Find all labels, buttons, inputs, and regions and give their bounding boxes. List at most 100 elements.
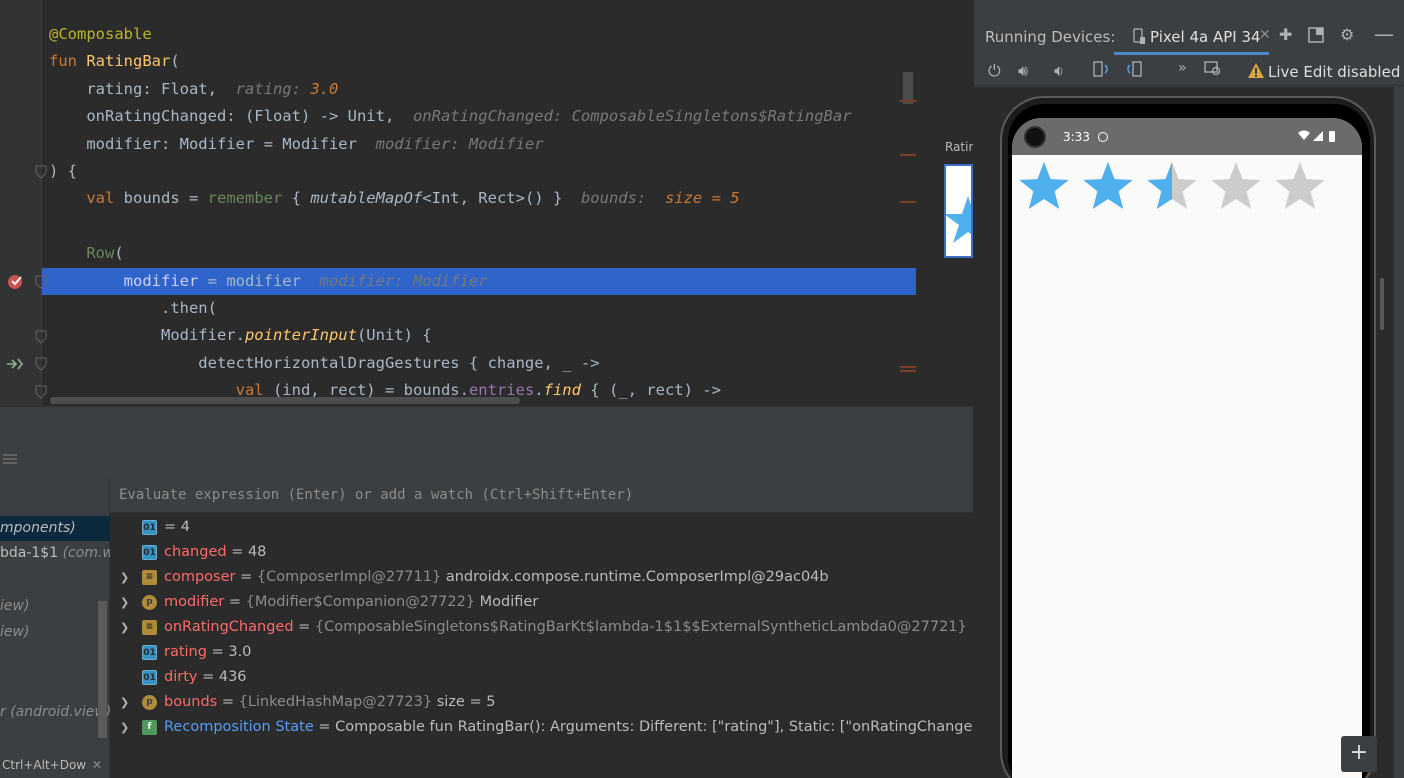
variable-row[interactable]: 01 changed = 48 [110, 540, 973, 565]
variable-row[interactable]: 01 dirty = 436 [110, 665, 973, 690]
phone-screen[interactable]: 3:33 [1012, 118, 1362, 778]
frame-row[interactable]: mponents) [0, 516, 110, 541]
variable-row[interactable]: ❯ p bounds = {LinkedHashMap@27723} size = … [110, 690, 973, 715]
frame-row[interactable]: bda-1$1 (com.w [0, 541, 110, 566]
star-empty [1275, 162, 1325, 209]
frame-text: bda-1$1 [0, 545, 59, 561]
code-token: remember [207, 189, 283, 208]
code-token: val [86, 189, 115, 208]
chevron-right-icon[interactable]: ❯ [120, 690, 130, 715]
chevron-right-icon[interactable]: ❯ [120, 615, 130, 640]
code-token: find [543, 381, 581, 400]
power-icon[interactable]: ⏻ [988, 61, 1001, 81]
volume-up-icon[interactable]: 🔊︎ [1018, 61, 1028, 81]
code-line[interactable]: modifier = modifier modifier: Modifier [42, 267, 916, 295]
frame-row[interactable] [0, 566, 110, 591]
device-scrollbar[interactable] [1380, 278, 1384, 330]
volume-down-icon[interactable]: 🔉︎ [1054, 61, 1064, 81]
add-button[interactable]: + [1341, 736, 1377, 772]
layout-icon[interactable] [2, 452, 18, 466]
fold-icon[interactable] [35, 357, 47, 371]
live-edit-status[interactable]: Live Edit disabled [1268, 63, 1400, 81]
variable-row[interactable]: ❯ f Recomposition State = Composable fun R… [110, 715, 973, 740]
star-icon[interactable] [1275, 162, 1325, 209]
code-token: modifier: Modifier [356, 134, 544, 153]
rating-bar[interactable] [1018, 158, 1338, 218]
code-line[interactable]: .then( [42, 295, 916, 322]
fold-icon[interactable] [35, 330, 47, 344]
star-icon[interactable] [1019, 162, 1069, 209]
screenshot-icon[interactable] [1204, 61, 1222, 77]
variable-row[interactable]: ❯ ≡ onRatingChanged = {ComposableSingleton… [110, 615, 973, 640]
code-line[interactable]: @Composable [42, 21, 916, 48]
gear-icon[interactable]: ⚙ [1340, 25, 1354, 44]
error-stripe-mark[interactable] [900, 370, 916, 372]
star-empty [1211, 162, 1261, 209]
running-devices-title: Running Devices: [985, 28, 1116, 46]
code-line[interactable]: modifier: Modifier = Modifier modifier: … [42, 131, 916, 158]
variable-equals: = [206, 644, 229, 660]
add-device-icon[interactable]: ✚ [1279, 25, 1292, 44]
device-tab-label[interactable]: Pixel 4a API 34 [1150, 28, 1261, 46]
close-icon[interactable]: ✕ [92, 758, 102, 772]
more-actions-icon[interactable]: » [1178, 60, 1187, 76]
evaluate-expression-input[interactable]: Evaluate expression (Enter) or add a wat… [110, 478, 973, 513]
frames-scrollbar[interactable] [98, 601, 107, 738]
code-token: pointerInput [244, 326, 357, 345]
error-stripe-mark[interactable] [900, 201, 916, 203]
star-icon[interactable] [1083, 162, 1133, 209]
code-line[interactable]: onRatingChanged: (Float) -> Unit, onRati… [42, 103, 916, 130]
code-line[interactable]: rating: Float, rating: 3.0 [42, 76, 916, 103]
code-line[interactable] [42, 213, 916, 240]
notification-icon [1098, 132, 1108, 142]
preview-card[interactable] [944, 164, 992, 258]
editor-horizontal-scrollbar[interactable] [50, 397, 520, 404]
frame-row[interactable] [0, 674, 110, 699]
variable-type: {ComposableSingletons$RatingBarKt$lambda… [314, 619, 967, 635]
code-line[interactable]: fun RatingBar( [42, 48, 916, 75]
code-editor[interactable]: @Composable fun RatingBar( rating: Float,… [0, 0, 973, 406]
variable-name: modifier [164, 594, 225, 610]
star-icon[interactable] [1211, 162, 1261, 209]
code-line[interactable]: Row( [42, 240, 916, 267]
frame-row[interactable] [0, 647, 110, 672]
breakpoint-icon[interactable] [6, 272, 24, 290]
param-type-icon: p [142, 695, 157, 710]
variable-name: onRatingChanged [164, 619, 294, 635]
code-line[interactable]: val bounds = remember { mutableMapOf<Int… [42, 185, 916, 212]
minimize-icon[interactable]: — [1374, 22, 1394, 46]
fold-icon[interactable] [35, 275, 47, 289]
frame-row[interactable]: iew) [0, 594, 110, 619]
code-token: = [198, 271, 227, 290]
variable-row[interactable]: ❯ ≡ composer = {ComposerImpl@27711} androi… [110, 565, 973, 590]
star-icon[interactable] [1147, 162, 1197, 209]
fold-icon[interactable] [35, 385, 47, 399]
variable-row[interactable]: 01 = 4 [110, 515, 973, 540]
status-bar: 3:33 [1012, 118, 1362, 155]
chevron-right-icon[interactable]: ❯ [120, 565, 130, 590]
code-line[interactable]: ) { [42, 158, 916, 185]
layout-icon[interactable] [1308, 27, 1324, 43]
chevron-right-icon[interactable]: ❯ [120, 715, 130, 740]
error-stripe-mark[interactable] [900, 154, 916, 156]
rotate-left-icon[interactable] [1092, 60, 1112, 78]
frame-row[interactable]: r (android.view) [0, 700, 110, 725]
variable-row[interactable]: 01 rating = 3.0 [110, 640, 973, 665]
error-stripe-mark[interactable] [900, 366, 916, 368]
variables-tree[interactable]: 01 = 4 01 changed = 48 ❯ ≡ composer = {Compos… [110, 478, 973, 778]
execution-point-icon[interactable] [5, 356, 25, 372]
editor-gutter[interactable] [0, 0, 42, 406]
frame-row[interactable]: iew) [0, 620, 110, 645]
code-line[interactable]: detectHorizontalDragGestures { change, _… [42, 350, 916, 377]
code-line[interactable]: Modifier.pointerInput(Unit) { [42, 322, 916, 349]
frames-list[interactable]: mponents) bda-1$1 (com.w iew) iew) r (androi… [0, 478, 110, 778]
variable-equals: = [226, 544, 248, 560]
code-token: RatingBar [86, 52, 171, 71]
variable-type: {ComposerImpl@27711} [256, 569, 446, 585]
variable-row[interactable]: ❯ p modifier = {Modifier$Companion@27722} … [110, 590, 973, 615]
chevron-right-icon[interactable]: ❯ [120, 590, 130, 615]
error-stripe-mark[interactable] [900, 100, 916, 102]
fold-icon[interactable] [35, 165, 47, 179]
rotate-right-icon[interactable] [1124, 60, 1144, 78]
close-icon[interactable]: ✕ [1259, 27, 1271, 43]
